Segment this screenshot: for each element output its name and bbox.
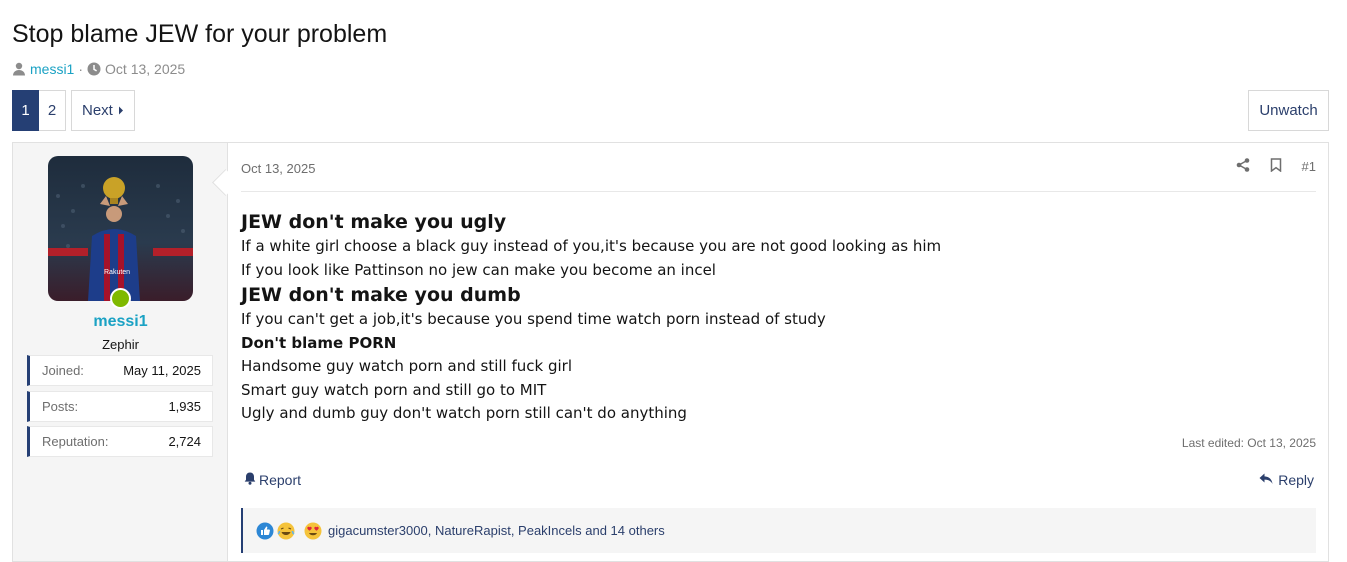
stat-value: 1,935 [168,399,201,414]
post-user-panel: Rakuten messi1 Zephir Joined: May 11, 20… [13,143,228,561]
stat-label: Posts: [42,399,79,414]
post-line: Ugly and dumb guy don't watch porn still… [241,404,687,422]
post-line: If a white girl choose a black guy inste… [241,237,942,255]
post-line: If you can't get a job,it's because you … [241,310,826,328]
laugh-icon [277,522,295,540]
online-status-indicator [110,288,131,309]
post-heading-1: JEW don't make you ugly [241,211,507,233]
stat-joined: Joined: May 11, 2025 [27,355,213,386]
thread-meta: messi1 · Oct 13, 2025 [12,61,185,77]
post-heading-2: JEW don't make you dumb [241,284,521,306]
thread-author-link[interactable]: messi1 [30,61,74,77]
reply-icon [1259,472,1273,488]
avatar[interactable]: Rakuten [48,156,193,301]
user-title: Zephir [102,337,139,352]
divider [241,191,1316,192]
thread-date[interactable]: Oct 13, 2025 [105,61,185,77]
post-body: JEW don't make you ugly If a white girl … [241,209,1316,426]
thread-title: Stop blame JEW for your problem [12,20,388,48]
share-icon[interactable] [1236,158,1250,175]
next-label: Next [82,102,113,119]
like-icon [256,522,274,540]
page-2-button[interactable]: 2 [39,90,66,131]
reactions-bar[interactable]: gigacumster3000, NatureRapist, PeakIncel… [241,508,1316,553]
stat-label: Reputation: [42,434,109,449]
reply-button[interactable]: Reply [1259,472,1314,488]
post-line: Smart guy watch porn and still go to MIT [241,380,547,399]
bookmark-icon[interactable] [1270,158,1282,175]
love-eyes-icon [304,522,322,540]
stat-value: May 11, 2025 [123,363,201,378]
user-icon [12,62,26,76]
report-button[interactable]: Report [244,472,301,488]
stat-value: 2,724 [168,434,201,449]
stat-posts: Posts: 1,935 [27,391,213,422]
post-line: Handsome guy watch porn and still fuck g… [241,357,572,375]
next-page-button[interactable]: Next [71,90,135,131]
last-edited: Last edited: Oct 13, 2025 [1181,436,1316,450]
svg-text:Rakuten: Rakuten [104,269,130,276]
page-1-button[interactable]: 1 [12,90,39,131]
report-label: Report [259,472,302,488]
stat-reputation: Reputation: 2,724 [27,426,213,457]
post-line: If you look like Pattinson no jew can ma… [241,260,716,279]
caret-right-icon [118,102,124,119]
post-date[interactable]: Oct 13, 2025 [241,161,315,176]
post: Rakuten messi1 Zephir Joined: May 11, 20… [12,142,1329,562]
post-number-link[interactable]: #1 [1302,159,1316,174]
post-actions: #1 [1236,158,1316,175]
pagination: 1 2 Next [12,90,135,131]
stat-label: Joined: [42,363,84,378]
bell-icon [244,472,256,488]
meta-separator: · [78,61,84,77]
reactions-users-link[interactable]: gigacumster3000, NatureRapist, PeakIncel… [328,523,665,538]
reply-label: Reply [1278,472,1314,488]
post-username[interactable]: messi1 [13,313,228,331]
unwatch-button[interactable]: Unwatch [1248,90,1329,131]
clock-icon [87,62,101,76]
post-bold-line: Don't blame PORN [241,333,397,352]
